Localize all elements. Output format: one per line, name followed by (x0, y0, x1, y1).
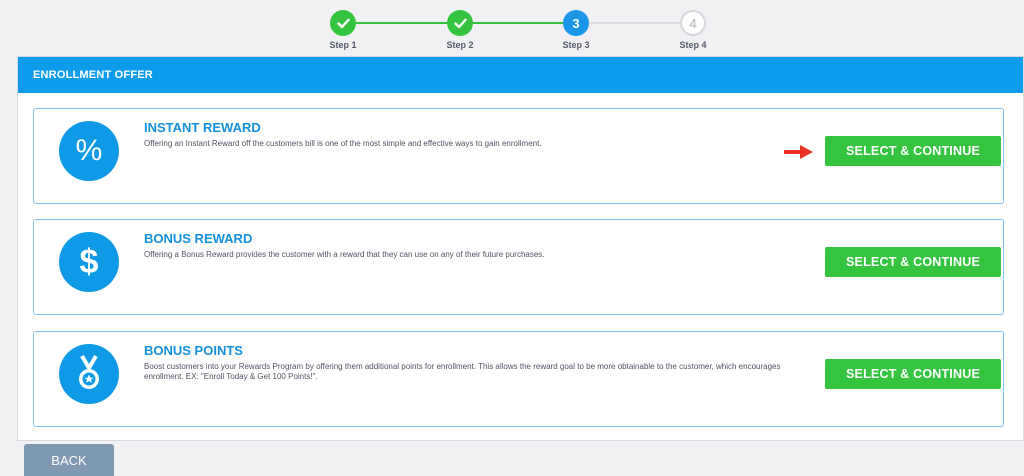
back-button[interactable]: BACK (24, 444, 114, 476)
percent-icon: % (59, 121, 119, 181)
step-connector-3-4 (589, 22, 681, 24)
step-2-label: Step 2 (446, 40, 474, 50)
progress-stepper: Step 1 Step 2 3 Step 3 4 Step 4 (0, 0, 1024, 56)
check-icon (453, 18, 467, 28)
step-1-label: Step 1 (329, 40, 357, 50)
panel-header: ENROLLMENT OFFER (18, 57, 1023, 93)
offer-card-bonus-reward: $ BONUS REWARD Offering a Bonus Reward p… (33, 219, 1004, 315)
step-connector-1-2 (355, 22, 461, 24)
select-continue-button-bonus-reward[interactable]: SELECT & CONTINUE (825, 247, 1001, 277)
step-3-indicator: 3 (563, 10, 589, 36)
step-connector-2-3 (473, 22, 577, 24)
select-continue-button-bonus-points[interactable]: SELECT & CONTINUE (825, 359, 1001, 389)
offer-title: BONUS REWARD (144, 231, 253, 246)
step-4-label: Step 4 (679, 40, 707, 50)
arrow-right-icon (784, 145, 813, 159)
medal-icon (59, 344, 119, 404)
step-2-indicator (447, 10, 473, 36)
enrollment-offer-panel: ENROLLMENT OFFER % INSTANT REWARD Offeri… (17, 56, 1024, 441)
offer-card-instant-reward: % INSTANT REWARD Offering an Instant Rew… (33, 108, 1004, 204)
offer-description: Offering an Instant Reward off the custo… (144, 139, 542, 148)
check-icon (336, 18, 350, 28)
dollar-icon: $ (59, 232, 119, 292)
medal-icon-graphic (79, 355, 99, 389)
offer-card-bonus-points: BONUS POINTS Boost customers into your R… (33, 331, 1004, 427)
offer-title: BONUS POINTS (144, 343, 243, 358)
offer-title: INSTANT REWARD (144, 120, 261, 135)
offer-description: Offering a Bonus Reward provides the cus… (144, 250, 545, 259)
step-1-indicator (330, 10, 356, 36)
step-4-indicator: 4 (680, 10, 706, 36)
offer-description: Boost customers into your Rewards Progra… (144, 362, 781, 381)
select-continue-button-instant-reward[interactable]: SELECT & CONTINUE (825, 136, 1001, 166)
step-3-label: Step 3 (562, 40, 590, 50)
